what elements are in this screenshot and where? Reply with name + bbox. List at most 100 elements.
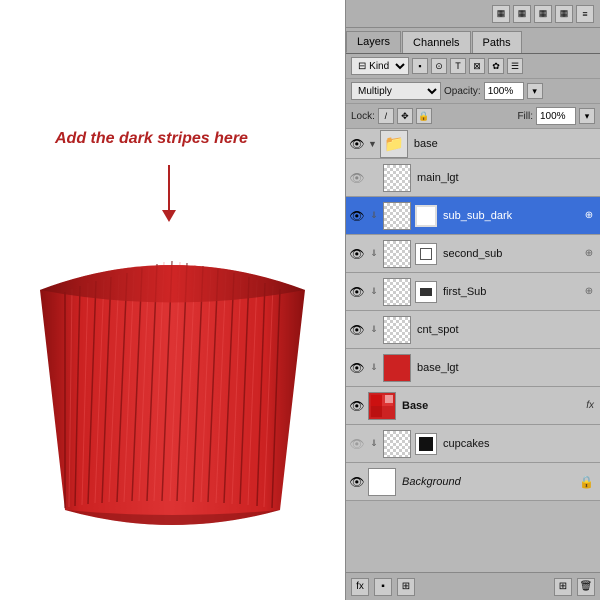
layer-item-cnt-spot[interactable]: 👁 ⇓ cnt_spot xyxy=(346,311,600,349)
visibility-background[interactable]: 👁 xyxy=(349,474,365,490)
panel-top-icons: ▦ ▦ ▦ ▦ ≡ xyxy=(346,0,600,28)
chain-base-lgt: ⇓ xyxy=(368,360,380,376)
layer-thumb-base-lgt xyxy=(383,354,411,382)
layer-mask-cupcakes xyxy=(415,433,437,455)
visibility-cnt-spot[interactable]: 👁 xyxy=(349,322,365,338)
layer-thumb-base-group: 📁 xyxy=(380,130,408,158)
layer-name-first-sub: first_Sub xyxy=(440,286,578,298)
delete-layer-button[interactable]: 🗑 xyxy=(577,578,595,596)
kind-select[interactable]: ⊟ Kind xyxy=(351,57,409,75)
new-layer-button[interactable]: ⊞ xyxy=(554,578,572,596)
lock-icon-pixels[interactable]: ✥ xyxy=(397,108,413,124)
fill-dropdown[interactable]: ▾ xyxy=(579,108,595,124)
visibility-second-sub[interactable]: 👁 xyxy=(349,246,365,262)
layer-name-Base: Base xyxy=(399,400,583,412)
layer-name-sub-sub-dark: sub_sub_dark xyxy=(440,210,578,222)
lock-fill-row: Lock: / ✥ 🔒 Fill: ▾ xyxy=(346,104,600,129)
visibility-cupcakes[interactable]: 👁 xyxy=(349,436,365,452)
layer-item-first-sub[interactable]: 👁 ⇓ first_Sub ⊕ xyxy=(346,273,600,311)
annotation-arrow xyxy=(162,165,176,222)
layer-name-cupcakes: cupcakes xyxy=(440,438,597,450)
kind-icon-more[interactable]: ☰ xyxy=(507,58,523,74)
layers-list: 👁 ▼ 📁 base 👁 main_lgt 👁 ⇓ sub_sub_dark ⊕… xyxy=(346,129,600,572)
layer-thumb-cnt-spot xyxy=(383,316,411,344)
layers-panel: ▦ ▦ ▦ ▦ ≡ Layers Channels Paths ⊟ Kind ▪… xyxy=(345,0,600,600)
canvas-panel: Add the dark stripes here xyxy=(0,0,345,600)
canvas-area: Add the dark stripes here xyxy=(0,0,345,600)
arrow-line xyxy=(168,165,170,210)
tab-layers[interactable]: Layers xyxy=(346,31,401,53)
chain-cupcakes: ⇓ xyxy=(368,436,380,452)
layer-item-cupcakes[interactable]: 👁 ⇓ cupcakes xyxy=(346,425,600,463)
layer-name-background: Background xyxy=(399,476,576,488)
opacity-dropdown[interactable]: ▾ xyxy=(527,83,543,99)
layer-item-background[interactable]: 👁 Background 🔒 xyxy=(346,463,600,501)
layer-thumb-sub-sub-dark xyxy=(383,202,411,230)
panel-icon-1[interactable]: ▦ xyxy=(492,5,510,23)
opacity-input[interactable] xyxy=(484,82,524,100)
panel-icon-5[interactable]: ≡ xyxy=(576,5,594,23)
layer-name-cnt-spot: cnt_spot xyxy=(414,324,597,336)
layer-name-second-sub: second_sub xyxy=(440,248,578,260)
layer-thumb-first-sub xyxy=(383,278,411,306)
layer-thumb-second-sub xyxy=(383,240,411,268)
chain-second-sub: ⇓ xyxy=(368,246,380,262)
layer-link-icon-second-sub[interactable]: ⊕ xyxy=(581,246,597,262)
new-group-button[interactable]: fx xyxy=(351,578,369,596)
new-adjustment-button[interactable]: ▪ xyxy=(374,578,392,596)
layer-item-base-lgt[interactable]: 👁 ⇓ base_lgt xyxy=(346,349,600,387)
visibility-sub-sub-dark[interactable]: 👁 xyxy=(349,208,365,224)
layer-item-main-lgt[interactable]: 👁 main_lgt xyxy=(346,159,600,197)
kind-icon-adjust[interactable]: ⊙ xyxy=(431,58,447,74)
layer-thumb-main-lgt xyxy=(383,164,411,192)
visibility-main-lgt[interactable]: 👁 xyxy=(349,170,365,186)
kind-icon-layer[interactable]: ▪ xyxy=(412,58,428,74)
lock-badge-background: 🔒 xyxy=(579,475,597,489)
chain-cnt-spot: ⇓ xyxy=(368,322,380,338)
blend-opacity-row: Multiply Opacity: ▾ xyxy=(346,79,600,104)
cupcake-illustration xyxy=(20,210,325,560)
layer-link-icon-sub-sub-dark[interactable]: ⊕ xyxy=(581,208,597,224)
layer-name-base-group: base xyxy=(411,138,597,150)
visibility-first-sub[interactable]: 👁 xyxy=(349,284,365,300)
kind-icon-type[interactable]: T xyxy=(450,58,466,74)
layer-mask-sub-sub-dark xyxy=(415,205,437,227)
layer-name-base-lgt: base_lgt xyxy=(414,362,597,374)
layer-mask-second-sub xyxy=(415,243,437,265)
panel-icon-2[interactable]: ▦ xyxy=(513,5,531,23)
layer-thumb-cupcakes xyxy=(383,430,411,458)
layer-link-icon-first-sub[interactable]: ⊕ xyxy=(581,284,597,300)
lock-icon-position[interactable]: 🔒 xyxy=(416,108,432,124)
lock-icon-transparent[interactable]: / xyxy=(378,108,394,124)
lock-label: Lock: xyxy=(351,111,375,122)
layer-thumb-Base xyxy=(368,392,396,420)
panel-icon-3[interactable]: ▦ xyxy=(534,5,552,23)
kind-icon-shape[interactable]: ⊠ xyxy=(469,58,485,74)
arrow-head xyxy=(162,210,176,222)
kind-icon-smart[interactable]: ✿ xyxy=(488,58,504,74)
visibility-base-lgt[interactable]: 👁 xyxy=(349,360,365,376)
layer-item-sub-sub-dark[interactable]: 👁 ⇓ sub_sub_dark ⊕ xyxy=(346,197,600,235)
visibility-base-group[interactable]: 👁 xyxy=(349,136,365,152)
tab-paths[interactable]: Paths xyxy=(472,31,522,53)
opacity-label: Opacity: xyxy=(444,86,481,97)
layer-mask-first-sub xyxy=(415,281,437,303)
panel-icon-4[interactable]: ▦ xyxy=(555,5,573,23)
layers-bottom-bar: fx ▪ ⊞ ⊞ 🗑 xyxy=(346,572,600,600)
visibility-Base[interactable]: 👁 xyxy=(349,398,365,414)
fill-input[interactable] xyxy=(536,107,576,125)
fx-badge-Base: fx xyxy=(586,400,597,411)
layer-item-second-sub[interactable]: 👁 ⇓ second_sub ⊕ xyxy=(346,235,600,273)
annotation-text: Add the dark stripes here xyxy=(55,130,248,148)
layer-name-main-lgt: main_lgt xyxy=(414,172,597,184)
expand-arrow-base[interactable]: ▼ xyxy=(368,139,377,149)
chain-sub-sub-dark: ⇓ xyxy=(368,208,380,224)
layer-mask-button[interactable]: ⊞ xyxy=(397,578,415,596)
layer-item-Base[interactable]: 👁 Base fx xyxy=(346,387,600,425)
blend-mode-select[interactable]: Multiply xyxy=(351,82,441,100)
chain-first-sub: ⇓ xyxy=(368,284,380,300)
tab-channels[interactable]: Channels xyxy=(402,31,470,53)
panel-tabs: Layers Channels Paths xyxy=(346,28,600,54)
layer-item-base-group[interactable]: 👁 ▼ 📁 base xyxy=(346,129,600,159)
kind-toolbar-row: ⊟ Kind ▪ ⊙ T ⊠ ✿ ☰ xyxy=(346,54,600,79)
